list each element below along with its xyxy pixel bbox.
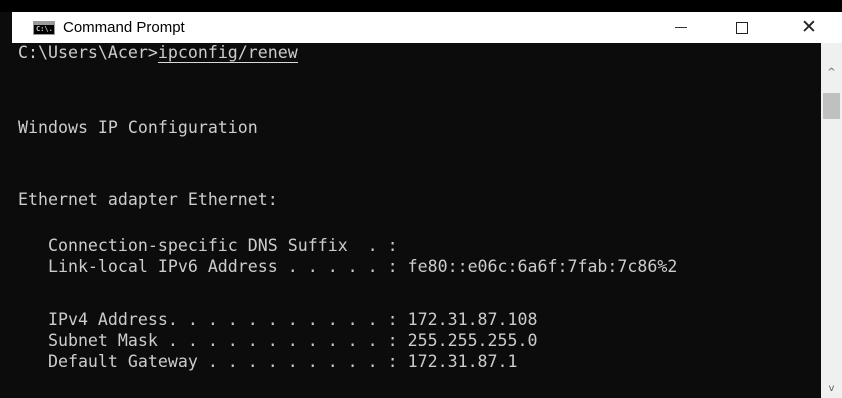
cmd-app-icon-text: C:\. bbox=[36, 24, 53, 33]
console-output[interactable]: C:\Users\Acer>ipconfig/renew Windows IP … bbox=[12, 43, 821, 398]
close-icon: ✕ bbox=[801, 16, 817, 38]
adapter-heading: Ethernet adapter Ethernet: bbox=[18, 190, 278, 209]
vertical-scrollbar[interactable]: ^ v bbox=[821, 43, 842, 398]
cmd-app-icon[interactable]: C:\. bbox=[33, 20, 55, 35]
maximize-icon bbox=[736, 21, 748, 34]
ipv6-line: Link-local IPv6 Address . . . . . : fe80… bbox=[18, 257, 678, 276]
minimize-icon bbox=[675, 27, 687, 28]
chevron-up-icon[interactable]: ^ bbox=[821, 65, 842, 79]
maximize-button[interactable] bbox=[719, 12, 765, 43]
ipv4-line: IPv4 Address. . . . . . . . . . . : 172.… bbox=[18, 310, 538, 329]
dns-suffix-line: Connection-specific DNS Suffix . : bbox=[18, 236, 398, 255]
chevron-down-icon[interactable]: v bbox=[821, 381, 842, 395]
command-prompt-window: C:\. Command Prompt ✕ C:\Users\Acer>ipco… bbox=[0, 0, 842, 398]
prompt-line: C:\Users\Acer>ipconfig/renew bbox=[18, 43, 298, 63]
minimize-button[interactable] bbox=[658, 12, 704, 43]
prompt-text: C:\Users\Acer> bbox=[18, 43, 158, 62]
command-text: ipconfig/renew bbox=[157, 43, 298, 63]
close-button[interactable]: ✕ bbox=[786, 12, 832, 43]
scrollbar-thumb[interactable] bbox=[823, 93, 840, 119]
config-heading: Windows IP Configuration bbox=[18, 118, 258, 137]
title-bar[interactable]: C:\. Command Prompt ✕ bbox=[12, 12, 842, 43]
window-title: Command Prompt bbox=[63, 19, 185, 36]
subnet-line: Subnet Mask . . . . . . . . . . . : 255.… bbox=[18, 331, 538, 350]
window-top-edge bbox=[0, 0, 842, 12]
gateway-line: Default Gateway . . . . . . . . . : 172.… bbox=[18, 352, 518, 371]
